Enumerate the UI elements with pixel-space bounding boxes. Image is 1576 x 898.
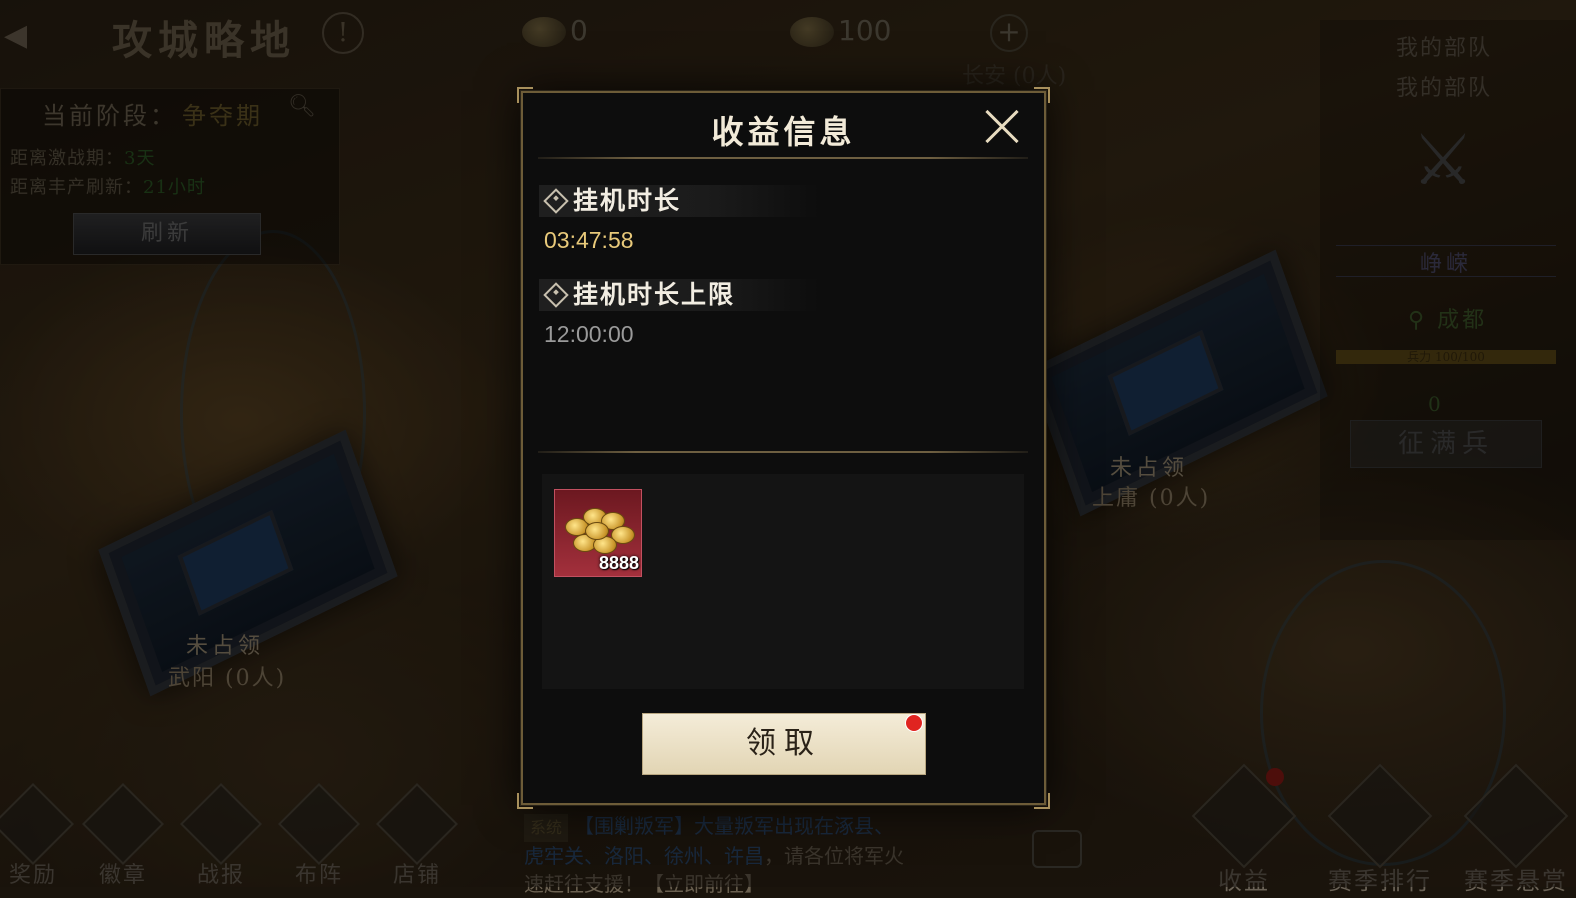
idle-duration-value: 03:47:58	[544, 227, 634, 253]
frame-corner	[1034, 793, 1050, 809]
idle-duration-header: 挂机时长	[539, 185, 819, 217]
diamond-bullet-icon	[543, 282, 569, 308]
frame-corner	[517, 87, 533, 103]
idle-duration-label: 挂机时长	[573, 186, 682, 215]
frame-corner	[1034, 87, 1050, 103]
close-icon[interactable]	[982, 107, 1022, 147]
diamond-bullet-icon	[543, 188, 569, 214]
dialog-title: 收益信息	[711, 113, 856, 151]
reward-item-copper[interactable]: 8888	[554, 489, 642, 577]
idle-limit-header: 挂机时长上限	[539, 279, 819, 311]
idle-limit-label: 挂机时长上限	[573, 280, 736, 309]
income-info-dialog: 收益信息 挂机时长 03:47:58 挂机时长上限 12:00:00 8888 …	[517, 87, 1050, 809]
reward-list: 8888	[542, 474, 1024, 689]
idle-limit-value: 12:00:00	[544, 321, 634, 347]
divider	[538, 157, 1028, 159]
reward-count: 8888	[598, 553, 639, 573]
divider	[538, 451, 1028, 453]
claim-button[interactable]: 领取	[642, 713, 926, 775]
frame-corner	[517, 793, 533, 809]
notification-dot	[905, 714, 923, 732]
